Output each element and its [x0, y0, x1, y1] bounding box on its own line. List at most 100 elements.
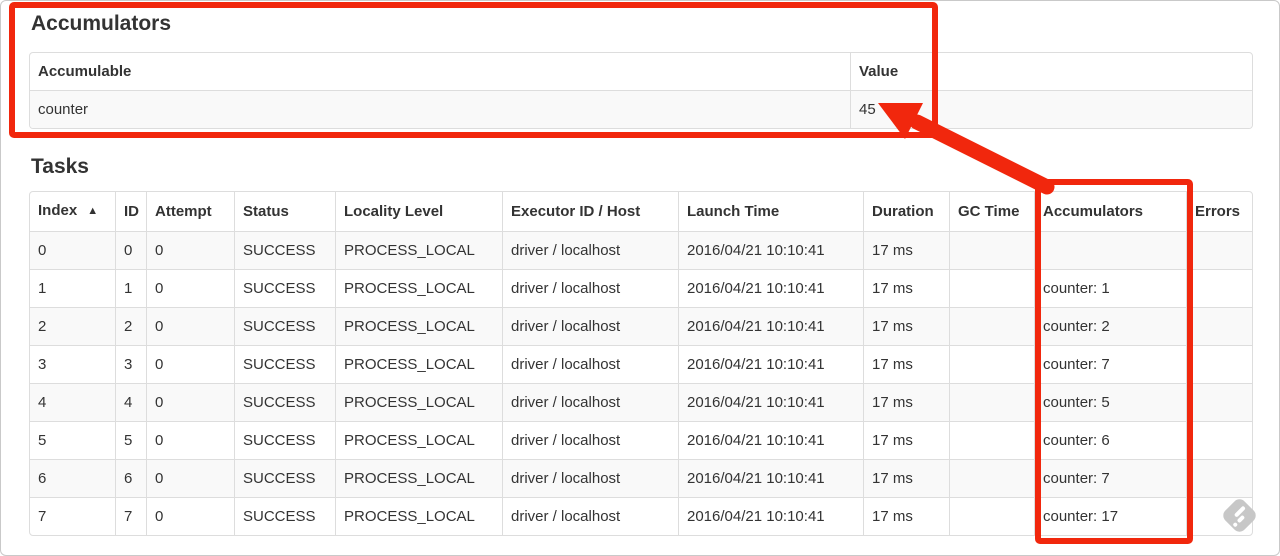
table-row: 5 5 0 SUCCESS PROCESS_LOCAL driver / localhos…: [30, 422, 1252, 460]
cell-accumulators: counter: 6: [1035, 422, 1187, 460]
cell-accumulators: counter: 17: [1035, 498, 1187, 535]
cell-id: 5: [116, 422, 147, 460]
column-header-label: Attempt: [155, 203, 212, 220]
cell-executor-id-host: driver / localhost: [503, 498, 679, 535]
cell-locality-level: PROCESS_LOCAL: [336, 346, 503, 384]
cell-status: SUCCESS: [235, 308, 336, 346]
cell-launch-time: 2016/04/21 10:10:41: [679, 422, 864, 460]
column-header-accumulable[interactable]: Accumulable: [30, 53, 851, 91]
cell-index: 4: [30, 384, 116, 422]
cell-duration: 17 ms: [864, 270, 950, 308]
column-header-index[interactable]: Index ▲: [30, 192, 116, 232]
cell-status: SUCCESS: [235, 498, 336, 535]
cell-id: 7: [116, 498, 147, 535]
cell-id: 3: [116, 346, 147, 384]
cell-duration: 17 ms: [864, 498, 950, 535]
column-header-label: Duration: [872, 203, 934, 220]
cell-id: 1: [116, 270, 147, 308]
column-header-launch-time[interactable]: Launch Time: [679, 192, 864, 232]
column-header-label: ID: [124, 203, 139, 220]
cell-gc-time: [950, 232, 1035, 270]
cell-value: 45: [859, 101, 876, 118]
cell-launch-time: 2016/04/21 10:10:41: [679, 308, 864, 346]
cell-errors: [1187, 270, 1252, 308]
cell-executor-id-host: driver / localhost: [503, 422, 679, 460]
cell-attempt: 0: [147, 308, 235, 346]
table-row: 7 7 0 SUCCESS PROCESS_LOCAL driver / localhos…: [30, 498, 1252, 535]
cell-index: 1: [30, 270, 116, 308]
column-header-locality-level[interactable]: Locality Level: [336, 192, 503, 232]
cell-accumulators: counter: 7: [1035, 346, 1187, 384]
cell-errors: [1187, 232, 1252, 270]
cell-gc-time: [950, 460, 1035, 498]
cell-launch-time: 2016/04/21 10:10:41: [679, 232, 864, 270]
cell-status: SUCCESS: [235, 422, 336, 460]
column-header-label: Accumulable: [38, 63, 132, 80]
cell-accumulators: counter: 7: [1035, 460, 1187, 498]
cell-gc-time: [950, 498, 1035, 535]
cell-index: 7: [30, 498, 116, 535]
cell-errors: [1187, 308, 1252, 346]
cell-attempt: 0: [147, 384, 235, 422]
column-header-value[interactable]: Value: [851, 53, 1252, 91]
tasks-header-row: Index ▲ ID Attempt Status Locality Level Execu…: [30, 192, 1252, 232]
cell-index: 3: [30, 346, 116, 384]
cell-duration: 17 ms: [864, 460, 950, 498]
column-header-status[interactable]: Status: [235, 192, 336, 232]
cell-gc-time: [950, 422, 1035, 460]
cell-launch-time: 2016/04/21 10:10:41: [679, 346, 864, 384]
accumulators-table: Accumulable Value counter 45: [29, 52, 1253, 129]
cell-locality-level: PROCESS_LOCAL: [336, 270, 503, 308]
column-header-attempt[interactable]: Attempt: [147, 192, 235, 232]
accumulators-header-row: Accumulable Value: [30, 53, 1252, 91]
cell-locality-level: PROCESS_LOCAL: [336, 384, 503, 422]
cell-locality-level: PROCESS_LOCAL: [336, 498, 503, 535]
cell-attempt: 0: [147, 232, 235, 270]
cell-id: 0: [116, 232, 147, 270]
column-header-gc-time[interactable]: GC Time: [950, 192, 1035, 232]
column-header-duration[interactable]: Duration: [864, 192, 950, 232]
table-row: 0 0 0 SUCCESS PROCESS_LOCAL driver / localhos…: [30, 232, 1252, 270]
cell-index: 0: [30, 232, 116, 270]
spark-ui-page: Accumulators Accumulable Value counter 45 …: [0, 0, 1280, 556]
cell-id: 6: [116, 460, 147, 498]
cell-duration: 17 ms: [864, 308, 950, 346]
cell-accumulable: counter: [30, 91, 851, 128]
cell-executor-id-host: driver / localhost: [503, 308, 679, 346]
feedly-mini-icon[interactable]: [1220, 496, 1259, 535]
cell-attempt: 0: [147, 270, 235, 308]
cell-gc-time: [950, 346, 1035, 384]
cell-attempt: 0: [147, 498, 235, 535]
cell-executor-id-host: driver / localhost: [503, 460, 679, 498]
feedly-glyph-dot: [1232, 521, 1239, 528]
sort-ascending-icon: ▲: [87, 205, 99, 217]
cell-locality-level: PROCESS_LOCAL: [336, 232, 503, 270]
table-row: 6 6 0 SUCCESS PROCESS_LOCAL driver / localhos…: [30, 460, 1252, 498]
table-row: 3 3 0 SUCCESS PROCESS_LOCAL driver / localhos…: [30, 346, 1252, 384]
cell-id: 4: [116, 384, 147, 422]
table-row: counter 45: [30, 91, 1252, 128]
tasks-table: Index ▲ ID Attempt Status Locality Level Execu…: [29, 191, 1253, 536]
column-header-id[interactable]: ID: [116, 192, 147, 232]
column-header-label: Errors: [1195, 203, 1241, 220]
column-header-label: Status: [243, 203, 289, 220]
column-header-label: Value: [859, 63, 899, 80]
column-header-accumulators[interactable]: Accumulators: [1035, 192, 1187, 232]
column-header-executor-id-host[interactable]: Executor ID / Host: [503, 192, 679, 232]
cell-duration: 17 ms: [864, 232, 950, 270]
cell-accumulators: counter: 5: [1035, 384, 1187, 422]
cell-id: 2: [116, 308, 147, 346]
cell-executor-id-host: driver / localhost: [503, 270, 679, 308]
table-row: 2 2 0 SUCCESS PROCESS_LOCAL driver / localhos…: [30, 308, 1252, 346]
column-header-errors[interactable]: Errors: [1187, 192, 1252, 232]
cell-executor-id-host: driver / localhost: [503, 384, 679, 422]
table-row: 1 1 0 SUCCESS PROCESS_LOCAL driver / localhos…: [30, 270, 1252, 308]
cell-executor-id-host: driver / localhost: [503, 346, 679, 384]
cell-duration: 17 ms: [864, 422, 950, 460]
column-header-label: Executor ID / Host: [511, 203, 641, 220]
cell-accumulators: counter: 1: [1035, 270, 1187, 308]
accumulators-section-heading: Accumulators: [31, 12, 172, 35]
cell-duration: 17 ms: [864, 384, 950, 422]
cell-duration: 17 ms: [864, 346, 950, 384]
cell-status: SUCCESS: [235, 232, 336, 270]
